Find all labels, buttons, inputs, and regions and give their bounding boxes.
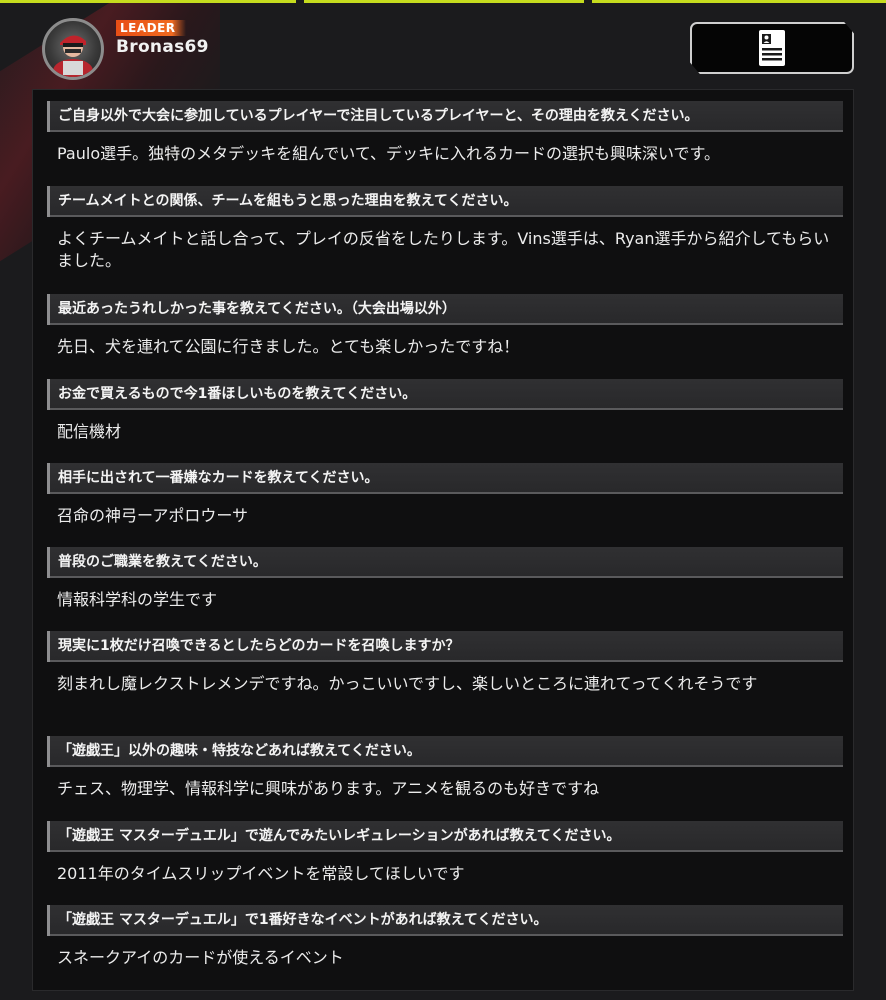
qa-item: お金で買えるもので今1番ほしいものを教えてください。 配信機材	[47, 379, 843, 443]
profile-card-icon	[759, 30, 785, 66]
qa-item: 相手に出されて一番嫌なカードを教えてください。 召命の神弓ーアポロウーサ	[47, 463, 843, 527]
answer-text: 召命の神弓ーアポロウーサ	[57, 506, 249, 525]
question-header: 「遊戯王 マスターデュエル」で遊んでみたいレギュレーションがあれば教えてください…	[47, 821, 843, 852]
question-header: 「遊戯王」以外の趣味・特技などあれば教えてください。	[47, 736, 843, 767]
profile-card-button[interactable]	[690, 22, 854, 74]
answer-text: スネークアイのカードが使えるイベント	[57, 948, 344, 967]
qa-item: 現実に1枚だけ召喚できるとしたらどのカードを召喚しますか？ 刻まれし魔レクストレ…	[47, 631, 843, 695]
leader-badge: LEADER	[116, 20, 186, 36]
answer-text: チェス、物理学、情報科学に興味があります。アニメを観るのも好きですね	[57, 779, 600, 798]
question-header: 相手に出されて一番嫌なカードを教えてください。	[47, 463, 843, 494]
answer-text: 配信機材	[57, 422, 122, 441]
question-header: 最近あったうれしかった事を教えてください。（大会出場以外）	[47, 294, 843, 325]
question-header: 普段のご職業を教えてください。	[47, 547, 843, 578]
question-header: 「遊戯王 マスターデュエル」で1番好きなイベントがあれば教えてください。	[47, 905, 843, 936]
player-header: LEADER Bronas69	[0, 0, 886, 88]
question-header: ご自身以外で大会に参加しているプレイヤーで注目しているプレイヤーと、その理由を教…	[47, 101, 843, 132]
answer-text: 刻まれし魔レクストレメンデですね。かっこいいですし、楽しいところに連れてってくれ…	[57, 674, 758, 693]
interview-panel: ご自身以外で大会に参加しているプレイヤーで注目しているプレイヤーと、その理由を教…	[32, 89, 854, 991]
player-avatar-icon	[53, 35, 93, 77]
qa-item: チームメイトとの関係、チームを組もうと思った理由を教えてください。 よくチームメ…	[47, 186, 843, 272]
answer-text: よくチームメイトと話し合って、プレイの反省をしたりします。Vins選手は、Rya…	[57, 229, 830, 270]
qa-item: 「遊戯王」以外の趣味・特技などあれば教えてください。 チェス、物理学、情報科学に…	[47, 736, 843, 800]
qa-item: 普段のご職業を教えてください。 情報科学科の学生です	[47, 547, 843, 611]
question-header: チームメイトとの関係、チームを組もうと思った理由を教えてください。	[47, 186, 843, 217]
player-name: Bronas69	[116, 37, 209, 57]
answer-text: Paulo選手。独特のメタデッキを組んでいて、デッキに入れるカードの選択も興味深…	[57, 144, 720, 163]
question-header: 現実に1枚だけ召喚できるとしたらどのカードを召喚しますか？	[47, 631, 843, 662]
qa-item: 「遊戯王 マスターデュエル」で1番好きなイベントがあれば教えてください。 スネー…	[47, 905, 843, 969]
avatar[interactable]	[42, 18, 104, 80]
answer-text: 2011年のタイムスリップイベントを常設してほしいです	[57, 864, 465, 883]
qa-item: 「遊戯王 マスターデュエル」で遊んでみたいレギュレーションがあれば教えてください…	[47, 821, 843, 885]
qa-item: ご自身以外で大会に参加しているプレイヤーで注目しているプレイヤーと、その理由を教…	[47, 101, 843, 165]
answer-text: 情報科学科の学生です	[57, 590, 218, 609]
qa-item: 最近あったうれしかった事を教えてください。（大会出場以外） 先日、犬を連れて公園…	[47, 294, 843, 358]
answer-text: 先日、犬を連れて公園に行きました。とても楽しかったですね！	[57, 337, 520, 356]
question-header: お金で買えるもので今1番ほしいものを教えてください。	[47, 379, 843, 410]
